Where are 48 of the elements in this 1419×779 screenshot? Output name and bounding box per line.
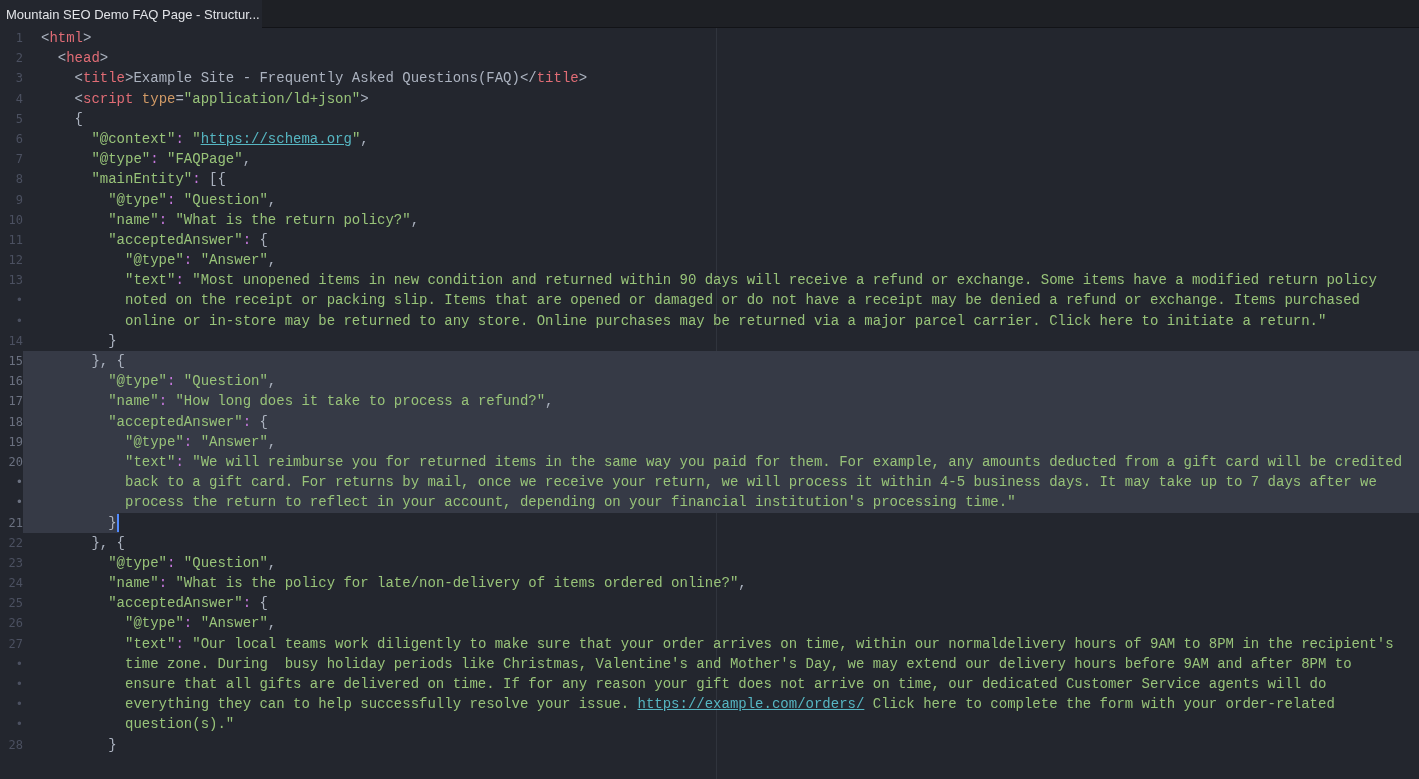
line-number: 17 (0, 391, 23, 412)
code-line: "acceptedAnswer": { (107, 594, 268, 614)
code-line: "@type": "Question", (107, 372, 277, 392)
code-line: <html> (41, 29, 92, 48)
code-line: "@context": "https://schema.org", (90, 129, 369, 149)
wrap-marker: • (0, 472, 23, 493)
code-line: { (73, 109, 83, 129)
code-line: "@type": "Question", (107, 190, 277, 210)
code-line: "@type": "Answer", (124, 614, 277, 634)
code-line: <title>Example Site - Frequently Asked Questions(FAQ)</title> (73, 69, 588, 89)
code-line: process the return to reflect in your account, depending on your financial institution's processing time." (124, 493, 1016, 513)
code-line: "@type": "Answer", (124, 251, 277, 271)
line-number: 16 (0, 371, 23, 392)
code-line: "name": "What is the return policy?", (107, 210, 420, 230)
code-line: "text": "Most unopened items in new condition and returned within 90 days will receive a refund or exchange. Some items have a modified return policy (124, 271, 1377, 291)
line-number: 21 (0, 512, 23, 533)
code-line: "acceptedAnswer": { (107, 230, 268, 250)
code-line: } (107, 513, 117, 533)
code-line: online or in-store may be returned to any store. Online purchases may be returned via a major parcel carrier. Click here to initiate a return." (124, 311, 1327, 331)
code-line: "text": "Our local teams work diligently to make sure that your order arrives on time, within our normaldelivery hours of 9AM to 8PM in the recipient's (124, 634, 1394, 654)
code-line: noted on the receipt or packing slip. Items that are opened or damaged or do not have a receipt may be denied a refund or exchange. Items purchased (124, 291, 1360, 311)
code-line: time zone. During busy holiday periods like Christmas, Valentine's and Mother's Day, we may extend our delivery hours before 9AM and after 8PM to (124, 654, 1352, 674)
code-line: "acceptedAnswer": { (107, 412, 268, 432)
code-line: <script type="application/ld+json"> (73, 89, 369, 109)
code-line: "name": "How long does it take to process a refund?", (107, 392, 554, 412)
link[interactable]: https://example.com/orders/ (637, 696, 865, 713)
line-number: 15 (0, 351, 23, 372)
code-line: back to a gift card. For returns by mail, once we receive your return, we will process it within 4-5 business days. It may take up to 7 days after we (124, 473, 1377, 493)
code-line: ensure that all gifts are delivered on time. If for any reason your gift does not arrive on time, our dedicated Customer Service agents will do (124, 675, 1327, 694)
code-line: question(s)." (124, 715, 235, 735)
line-number: 19 (0, 431, 23, 452)
code-line: "mainEntity": [{ (90, 170, 226, 190)
code-line: } (107, 735, 117, 755)
code-line: everything they can to help successfully resolve your issue. https://example.com/orders/ Click here to complete the form with your order-related (124, 695, 1335, 715)
code-line: }, { (90, 533, 125, 553)
line-number: 20 (0, 451, 23, 473)
code-line: "@type": "FAQPage", (90, 150, 252, 170)
code-line: } (107, 331, 117, 351)
code-line: <head> (56, 49, 109, 69)
code-line: "text": "We will reimburse you for returned items in the same way you paid for them. For example, any amounts deducted from a gift card will be credited (124, 452, 1403, 472)
wrap-marker: • (0, 492, 23, 513)
link[interactable]: https://schema.org (200, 130, 352, 147)
code-line: }, { (90, 352, 125, 371)
line-number: 18 (0, 411, 23, 432)
editor-tab[interactable]: Mountain SEO Demo FAQ Page - Structur... (0, 0, 262, 28)
code-line: "name": "What is the policy for late/non-delivery of items ordered online?", (107, 574, 747, 594)
code-line: "@type": "Answer", (124, 432, 277, 452)
code-line: "@type": "Question", (107, 553, 277, 573)
